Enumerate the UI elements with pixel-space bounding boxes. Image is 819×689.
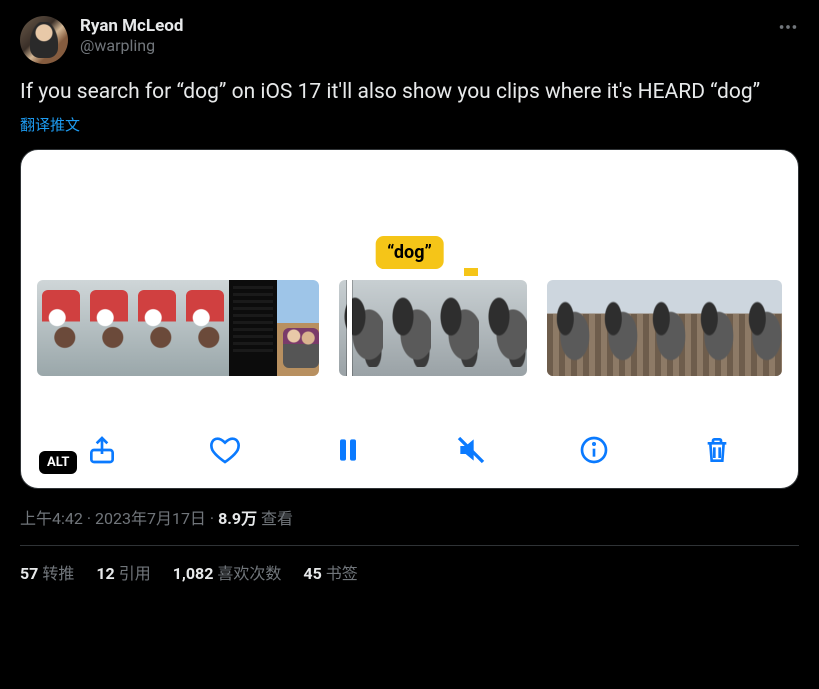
more-icon[interactable] — [777, 16, 799, 43]
clip-frame — [739, 280, 782, 376]
clip-frame — [691, 280, 739, 376]
alt-badge[interactable]: ALT — [39, 451, 77, 474]
tweet-stats: 57转推 12引用 1,082喜欢次数 45书签 — [20, 546, 799, 584]
stat-quotes[interactable]: 12引用 — [96, 560, 150, 584]
clip-frame — [547, 280, 595, 376]
media-toolbar — [21, 418, 798, 478]
media-card[interactable]: “dog” — [20, 149, 799, 489]
clip-group[interactable] — [339, 280, 527, 376]
clip-frame — [483, 280, 527, 376]
playhead[interactable] — [347, 280, 352, 376]
clip-frame — [133, 280, 181, 376]
clip-frame — [37, 280, 85, 376]
stat-bookmarks[interactable]: 45书签 — [303, 560, 357, 584]
meta-views-count: 8.9万 — [218, 509, 257, 528]
author-names[interactable]: Ryan McLeod @warpling — [80, 16, 183, 55]
clip-frame — [85, 280, 133, 376]
heart-icon[interactable] — [205, 430, 245, 470]
clip-group[interactable] — [37, 280, 319, 376]
clip-frame — [435, 280, 483, 376]
meta-time[interactable]: 上午4:42 — [20, 509, 83, 528]
meta-date[interactable]: 2023年7月17日 — [95, 509, 206, 528]
video-timeline[interactable] — [21, 280, 798, 376]
clip-frame — [595, 280, 643, 376]
stat-retweets[interactable]: 57转推 — [20, 560, 74, 584]
share-icon[interactable] — [82, 430, 122, 470]
tweet-text: If you search for “dog” on iOS 17 it'll … — [20, 78, 799, 106]
clip-group[interactable] — [547, 280, 782, 376]
clip-frame — [229, 280, 277, 376]
clip-frame — [387, 280, 435, 376]
display-name: Ryan McLeod — [80, 16, 183, 36]
tweet-header: Ryan McLeod @warpling — [20, 16, 799, 64]
avatar[interactable] — [20, 16, 68, 64]
tweet-container: Ryan McLeod @warpling If you search for … — [0, 0, 819, 584]
tweet-meta: 上午4:42 · 2023年7月17日 · 8.9万 查看 — [20, 505, 799, 529]
badge-tick — [464, 268, 478, 276]
stat-likes[interactable]: 1,082喜欢次数 — [173, 560, 282, 584]
mute-icon[interactable] — [451, 430, 491, 470]
trash-icon[interactable] — [697, 430, 737, 470]
clip-frame — [277, 280, 319, 376]
translate-link[interactable]: 翻译推文 — [20, 114, 799, 135]
pause-icon[interactable] — [328, 430, 368, 470]
search-term-badge: “dog” — [375, 236, 444, 269]
clip-frame — [643, 280, 691, 376]
info-icon[interactable] — [574, 430, 614, 470]
meta-views-label: 查看 — [257, 509, 293, 528]
clip-frame — [181, 280, 229, 376]
handle: @warpling — [80, 36, 183, 55]
